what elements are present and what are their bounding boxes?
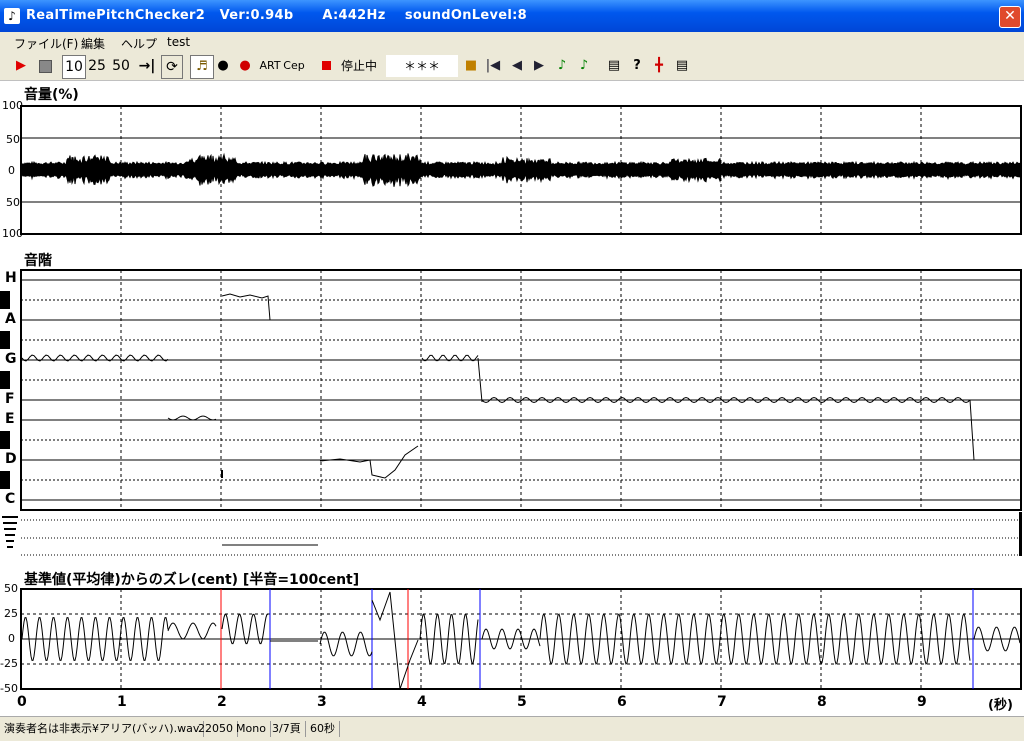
- black-key: [0, 291, 10, 309]
- status-page: 3/7頁: [272, 721, 306, 737]
- status-rate: 22050: [198, 721, 238, 737]
- status-bar: 演奏者名は非表示¥アリア(バッハ).wav 22050 Mono 3/7頁 60…: [0, 716, 1024, 741]
- plot-area: [0, 105, 1022, 690]
- status-duration: 60秒: [310, 721, 340, 737]
- strip-key: [6, 540, 14, 542]
- strip-key: [7, 546, 13, 548]
- black-key: [0, 331, 10, 349]
- scale-graph: [0, 269, 1022, 511]
- volume-graph: [20, 105, 1022, 235]
- status-file: 演奏者名は非表示¥アリア(バッハ).wav: [4, 721, 205, 737]
- strip-key: [3, 522, 17, 524]
- black-key: [0, 471, 10, 489]
- strip-key: [4, 528, 16, 530]
- black-key: [0, 371, 10, 389]
- sub-strip: [2, 512, 1022, 556]
- strip-edge: [1019, 512, 1022, 556]
- black-key: [0, 431, 10, 449]
- deviation-graph: [20, 588, 1022, 690]
- strip-key: [2, 516, 18, 518]
- strip-key: [5, 534, 15, 536]
- status-channels: Mono: [236, 721, 271, 737]
